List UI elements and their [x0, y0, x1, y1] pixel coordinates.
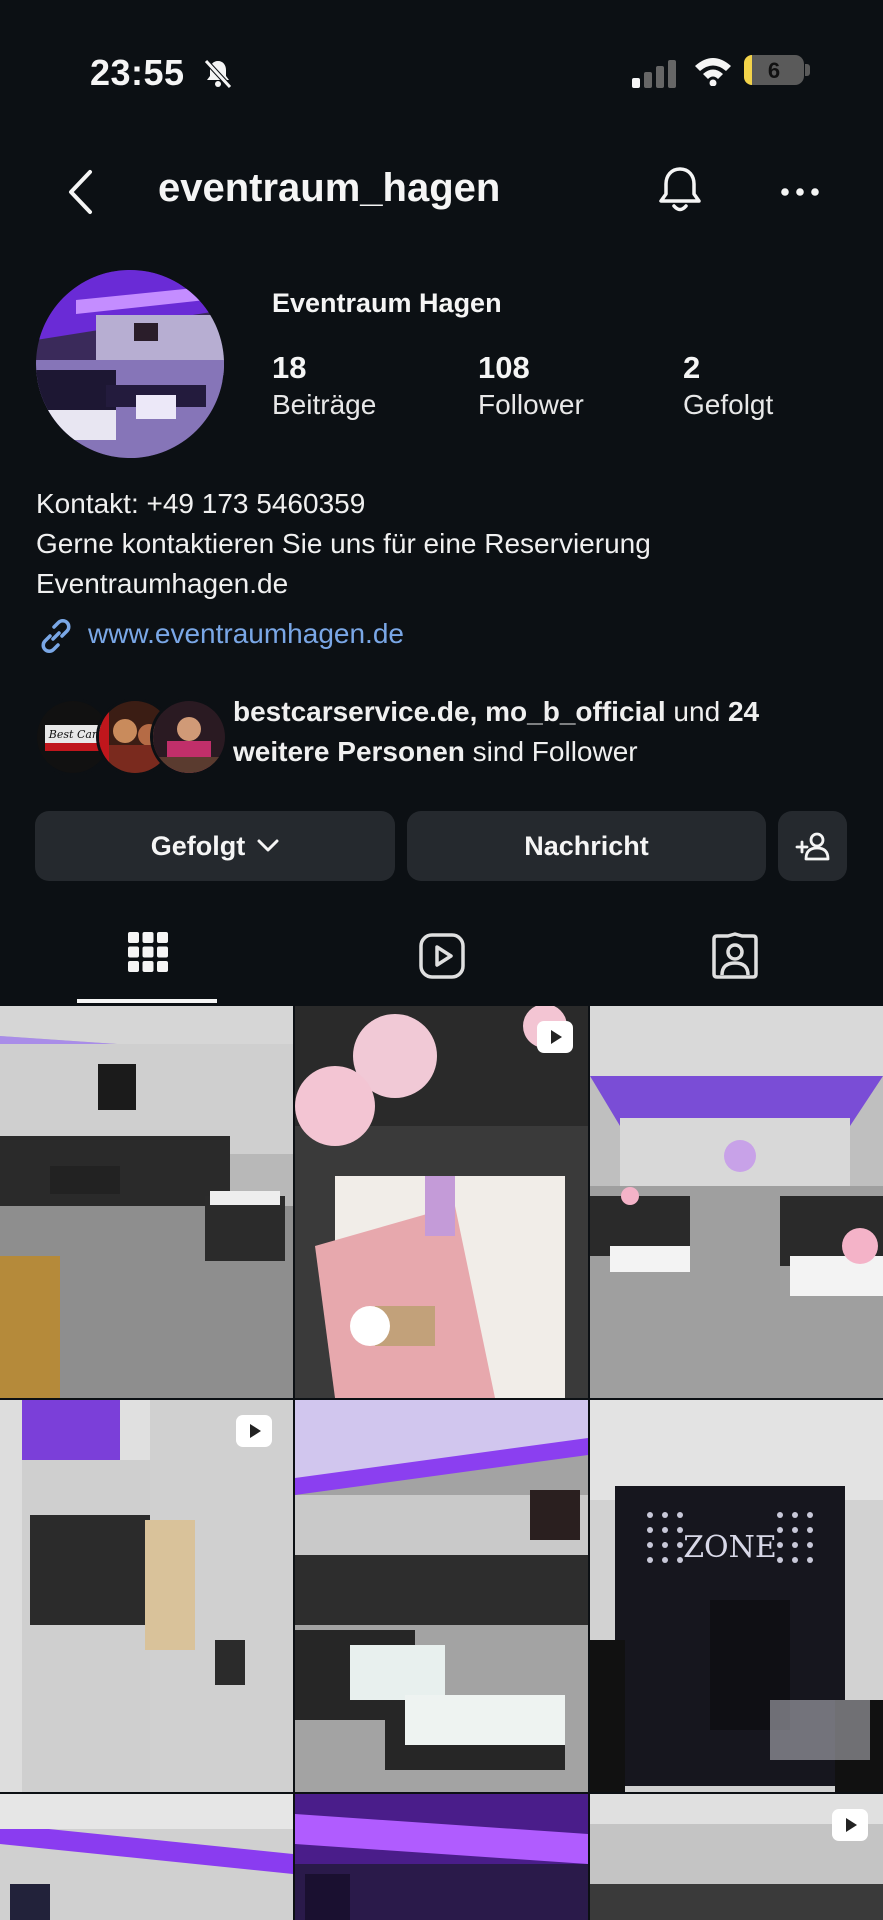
bio-line: Kontakt: +49 173 5460359 [36, 488, 366, 519]
stat-number: 2 [683, 350, 701, 385]
grid-tab-icon[interactable] [128, 932, 168, 972]
grid-post[interactable] [590, 1794, 883, 1920]
battery-level: 6 [767, 58, 781, 83]
post-photo [590, 1006, 883, 1398]
notification-bell-icon[interactable] [655, 164, 705, 218]
following-count[interactable]: 2 Gefolgt [683, 350, 773, 424]
grid-post[interactable] [0, 1400, 293, 1792]
website-link[interactable]: www.eventraumhagen.de [88, 614, 404, 654]
following-button-label: Gefolgt [150, 830, 246, 861]
grid-post[interactable] [295, 1794, 588, 1920]
tagged-tab-icon[interactable] [711, 932, 759, 980]
grid-post[interactable] [295, 1400, 588, 1792]
stat-number: 108 [478, 350, 530, 385]
reel-indicator-icon [236, 1415, 272, 1447]
bio-line: Eventraumhagen.de [36, 568, 289, 599]
grid-post[interactable] [590, 1006, 883, 1398]
stat-label: Beiträge [272, 389, 377, 420]
more-options-icon[interactable] [780, 187, 820, 197]
bell-off-icon [204, 59, 232, 89]
status-time: 23:55 [90, 52, 185, 93]
follower-avatar[interactable] [150, 698, 228, 776]
post-photo [295, 1794, 588, 1920]
followed-by-text[interactable]: bestcarservice.de, mo_b_official und 24 … [233, 692, 853, 772]
grid-post[interactable] [0, 1006, 293, 1398]
grid-post[interactable] [0, 1794, 293, 1920]
reel-indicator-icon [537, 1021, 573, 1053]
followers-count[interactable]: 108 Follower [478, 350, 584, 424]
message-button-label: Nachricht [524, 830, 649, 861]
post-photo [295, 1006, 588, 1398]
back-arrow-icon[interactable] [66, 168, 96, 216]
battery-tip [805, 64, 810, 76]
cellular-signal-icon [632, 60, 676, 88]
grid-post[interactable] [295, 1006, 588, 1398]
grid-post[interactable]: ZONE [590, 1400, 883, 1792]
zone-sign-text: ZONE [683, 1530, 777, 1565]
reels-tab-icon[interactable] [418, 932, 466, 980]
chevron-down-icon [257, 839, 279, 852]
stat-label: Gefolgt [683, 389, 774, 420]
stat-label: Follower [478, 389, 584, 420]
wifi-icon [695, 58, 731, 86]
following-button[interactable]: Gefolgt [35, 811, 395, 881]
message-button[interactable]: Nachricht [407, 811, 766, 881]
profile-username: eventraum_hagen [158, 166, 501, 210]
post-photo [0, 1006, 293, 1398]
active-tab-indicator [77, 999, 217, 1003]
post-photo [0, 1794, 293, 1920]
link-icon [41, 619, 71, 653]
suggest-users-button[interactable] [778, 811, 847, 881]
post-photo [0, 1400, 293, 1792]
followed-by-names[interactable]: bestcarservice.de, mo_b_official [233, 696, 666, 727]
followed-by-suffix: sind Follower [464, 736, 638, 767]
avatar-logo-text: Best Car [48, 728, 98, 741]
display-name: Eventraum Hagen [272, 288, 502, 318]
followed-by-connector: und [665, 696, 728, 727]
battery-indicator: 6 [744, 55, 804, 85]
post-photo [295, 1400, 588, 1792]
reel-indicator-icon [832, 1809, 868, 1841]
profile-avatar[interactable] [36, 270, 224, 458]
posts-count[interactable]: 18 Beiträge [272, 350, 376, 424]
stat-number: 18 [272, 350, 307, 385]
add-user-icon [795, 832, 829, 861]
post-photo: ZONE [590, 1400, 883, 1792]
bio-line: Gerne kontaktieren Sie uns für eine Rese… [36, 528, 651, 559]
